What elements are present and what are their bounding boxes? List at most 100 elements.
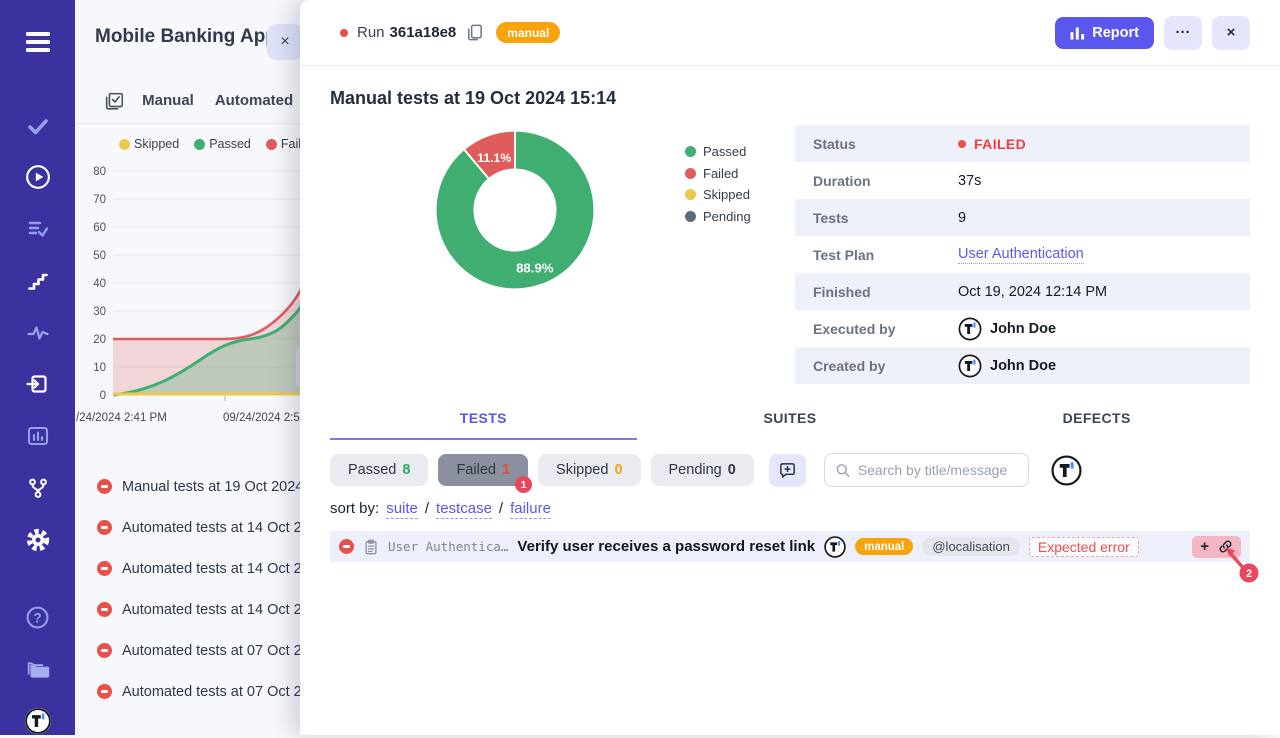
filter-failed-button[interactable]: Failed1 1 (438, 454, 528, 486)
failed-dot-icon (685, 168, 696, 179)
svg-text:50: 50 (93, 250, 106, 262)
sidebar-item-analytics[interactable] (24, 319, 52, 347)
close-icon: × (280, 33, 289, 51)
help-icon: ? (25, 605, 50, 630)
close-drawer-button[interactable]: × (1212, 16, 1250, 50)
test-title[interactable]: Verify user receives a password reset li… (517, 538, 815, 555)
svg-text:88.9%: 88.9% (516, 260, 554, 275)
annotation-badge-1: 1 (515, 476, 532, 493)
run-list-item[interactable]: Automated tests at 07 Oct 2 (97, 630, 303, 671)
summary-row-finished: Finished Oct 19, 2024 12:14 PM (795, 273, 1250, 310)
sidebar-item-reports[interactable] (24, 422, 52, 450)
svg-text:70: 70 (93, 194, 106, 206)
failed-run-icon (97, 479, 112, 494)
menu-icon (25, 31, 51, 53)
sidebar-item-import[interactable] (24, 371, 52, 399)
tab-tests[interactable]: TESTS (330, 410, 637, 440)
test-tag[interactable]: @localisation (922, 537, 1020, 556)
run-list-item[interactable]: Manual tests at 19 Oct 2024 (97, 466, 303, 507)
menu-button[interactable] (24, 28, 52, 56)
run-list-item[interactable]: Automated tests at 14 Oct 2 (97, 589, 303, 630)
sidebar-item-milestones[interactable] (24, 267, 52, 295)
comment-plus-icon (778, 461, 797, 480)
filter-skipped-button[interactable]: Skipped0 (538, 454, 640, 486)
sidebar-item-tests[interactable] (24, 112, 52, 140)
svg-text:0: 0 (100, 390, 106, 402)
filters-toolbar: Passed8 Failed1 1 Skipped0 Pending0 (330, 453, 1250, 487)
skipped-dot-icon (119, 139, 130, 150)
test-result-row[interactable]: User Authentica… Verify user receives a … (330, 531, 1250, 562)
legend-skipped: Skipped (685, 184, 795, 206)
activity-icon (26, 321, 50, 345)
legend-failed: Failed (685, 163, 795, 185)
passed-dot-icon (685, 146, 696, 157)
workspace-logo[interactable] (24, 707, 52, 735)
summary-row-created-by: Created by John Doe (795, 347, 1250, 384)
avatar (958, 317, 982, 341)
svg-text:10: 10 (93, 362, 106, 374)
run-id: 361a18e8 (390, 24, 457, 41)
run-list-item[interactable]: Automated tests at 07 Oct 2 (97, 671, 303, 712)
sort-by-failure-link[interactable]: failure (510, 500, 551, 519)
error-message[interactable]: Expected error (1029, 537, 1139, 557)
runs-chart-legend: Skipped Passed Failed (119, 137, 303, 151)
avatar (958, 354, 982, 378)
sort-by-suite-link[interactable]: suite (386, 500, 418, 519)
tab-defects[interactable]: DEFECTS (943, 410, 1250, 440)
annotation-badge-2: 2 (1246, 568, 1252, 580)
add-comment-button[interactable] (769, 454, 806, 487)
copy-run-id-button[interactable] (465, 23, 484, 42)
steps-icon (26, 269, 50, 293)
sidebar-item-help[interactable]: ? (24, 604, 52, 632)
run-detail-drawer: Run 361a18e8 manual Report ··· × Manual … (300, 0, 1280, 735)
legend-failed: Failed (266, 137, 303, 151)
link-icon[interactable] (1218, 539, 1233, 554)
passed-dot-icon (194, 139, 205, 150)
summary-row-duration: Duration 37s (795, 162, 1250, 199)
run-status-dot-icon (340, 29, 348, 37)
tab-automated[interactable]: Automated (211, 92, 297, 109)
logo-icon (24, 704, 52, 738)
svg-text:60: 60 (93, 222, 106, 234)
filter-pending-button[interactable]: Pending0 (651, 454, 754, 486)
summary-row-status: Status FAILED (795, 125, 1250, 162)
more-options-button[interactable]: ··· (1164, 16, 1202, 50)
sidebar-item-plans[interactable] (24, 215, 52, 243)
report-chart-icon (1070, 26, 1085, 40)
test-plan-link[interactable]: User Authentication (958, 246, 1084, 264)
sidebar-item-branches[interactable] (24, 474, 52, 502)
tab-suites[interactable]: SUITES (637, 410, 944, 440)
add-button[interactable]: + (1200, 539, 1209, 554)
clipboard-icon (363, 539, 379, 555)
sign-in-icon (26, 372, 50, 396)
search-icon (835, 462, 851, 479)
svg-text:40: 40 (93, 278, 106, 290)
report-button[interactable]: Report (1055, 17, 1154, 49)
run-list: Manual tests at 19 Oct 2024 Automated te… (75, 450, 303, 712)
run-list-item[interactable]: Automated tests at 14 Oct 2 (97, 507, 303, 548)
sidebar-item-runs[interactable] (24, 164, 52, 192)
folder-icon (25, 656, 51, 682)
test-type-badge: manual (855, 538, 913, 555)
results-donut-chart: 11.1% 88.9% (430, 125, 600, 295)
filter-passed-button[interactable]: Passed8 (330, 454, 428, 486)
suite-name[interactable]: User Authentica… (388, 539, 508, 554)
legend-pending: Pending (685, 206, 795, 228)
project-panel-close-button[interactable]: × (267, 24, 303, 60)
failed-run-icon (97, 602, 112, 617)
svg-text:11.1%: 11.1% (477, 151, 511, 165)
sort-by-testcase-link[interactable]: testcase (436, 500, 492, 519)
sort-label: sort by: (330, 500, 379, 517)
run-overview: 11.1% 88.9% Passed Failed Skipped Pendin… (300, 125, 1280, 384)
sidebar-item-projects[interactable] (24, 655, 52, 683)
search-input[interactable] (858, 462, 1018, 478)
run-list-item[interactable]: Automated tests at 14 Oct 2 (97, 548, 303, 589)
summary-row-test-plan: Test Plan User Authentication (795, 236, 1250, 273)
sidebar-item-settings[interactable] (24, 526, 52, 554)
failed-run-icon (97, 561, 112, 576)
tab-manual[interactable]: Manual (125, 92, 211, 109)
select-runs-icon[interactable] (103, 90, 125, 112)
user-avatar[interactable] (1051, 455, 1082, 486)
donut-legend: Passed Failed Skipped Pending (630, 125, 795, 227)
close-icon: × (1227, 24, 1236, 41)
